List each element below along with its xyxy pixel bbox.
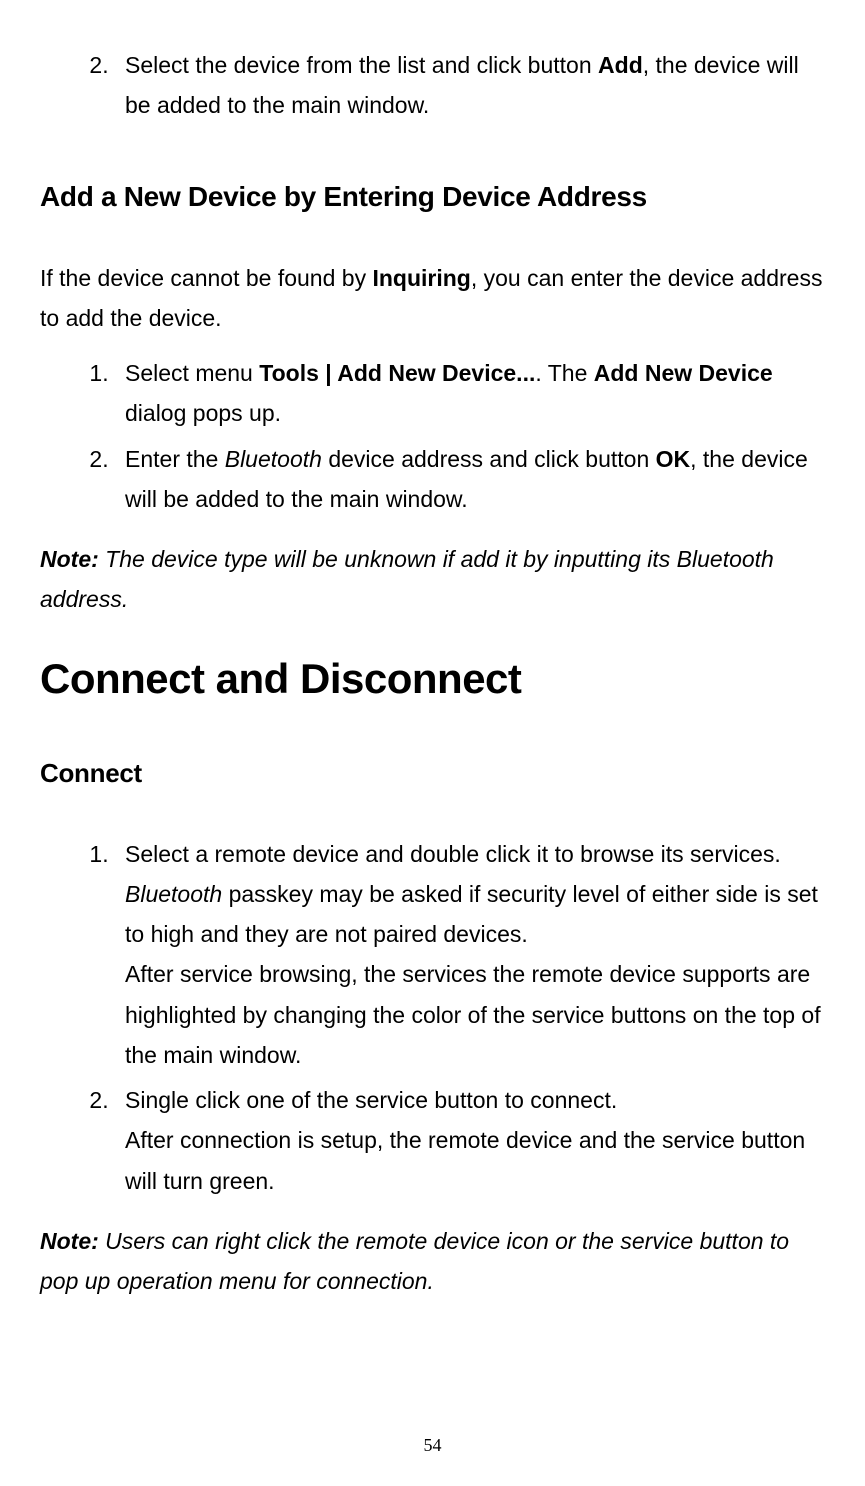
text: Single click one of the service button t…: [125, 1087, 617, 1113]
heading-connect-disconnect: Connect and Disconnect: [40, 655, 825, 703]
bold-text: Add: [598, 52, 643, 78]
text: Enter the: [125, 446, 225, 472]
note-text: The device type will be unknown if add i…: [40, 546, 774, 612]
note-label: Note:: [40, 546, 99, 572]
heading-add-device-by-address: Add a New Device by Entering Device Addr…: [40, 181, 825, 213]
note-text: Users can right click the remote device …: [40, 1228, 789, 1294]
list-item: Single click one of the service button t…: [115, 1080, 825, 1201]
list-item: Select the device from the list and clic…: [115, 45, 825, 126]
text: Select a remote device and double click …: [125, 841, 781, 867]
text: After service browsing, the services the…: [125, 961, 821, 1068]
bold-text: Add New Device: [594, 360, 773, 386]
bold-text: OK: [656, 446, 691, 472]
bold-text: Inquiring: [372, 265, 470, 291]
text: Select menu: [125, 360, 259, 386]
list-item: Enter the Bluetooth device address and c…: [115, 439, 825, 520]
note-paragraph: Note: Users can right click the remote d…: [40, 1221, 825, 1302]
ordered-list-3: Select a remote device and double click …: [40, 834, 825, 1201]
ordered-list-1: Select the device from the list and clic…: [40, 45, 825, 126]
italic-text: Bluetooth: [225, 446, 322, 472]
text: . The: [535, 360, 593, 386]
paragraph: If the device cannot be found by Inquiri…: [40, 258, 825, 339]
text: If the device cannot be found by: [40, 265, 372, 291]
note-paragraph: Note: The device type will be unknown if…: [40, 539, 825, 620]
italic-text: Bluetooth: [125, 881, 222, 907]
ordered-list-2: Select menu Tools | Add New Device.... T…: [40, 353, 825, 519]
text: passkey may be asked if security level o…: [125, 881, 818, 947]
page-number: 54: [0, 1435, 865, 1456]
heading-connect: Connect: [40, 758, 825, 789]
text: Select the device from the list and clic…: [125, 52, 598, 78]
text: dialog pops up.: [125, 400, 281, 426]
note-label: Note:: [40, 1228, 99, 1254]
list-item: Select menu Tools | Add New Device.... T…: [115, 353, 825, 434]
bold-text: Tools | Add New Device...: [259, 360, 535, 386]
text: device address and click button: [322, 446, 656, 472]
text: After connection is setup, the remote de…: [125, 1127, 805, 1193]
list-item: Select a remote device and double click …: [115, 834, 825, 1076]
